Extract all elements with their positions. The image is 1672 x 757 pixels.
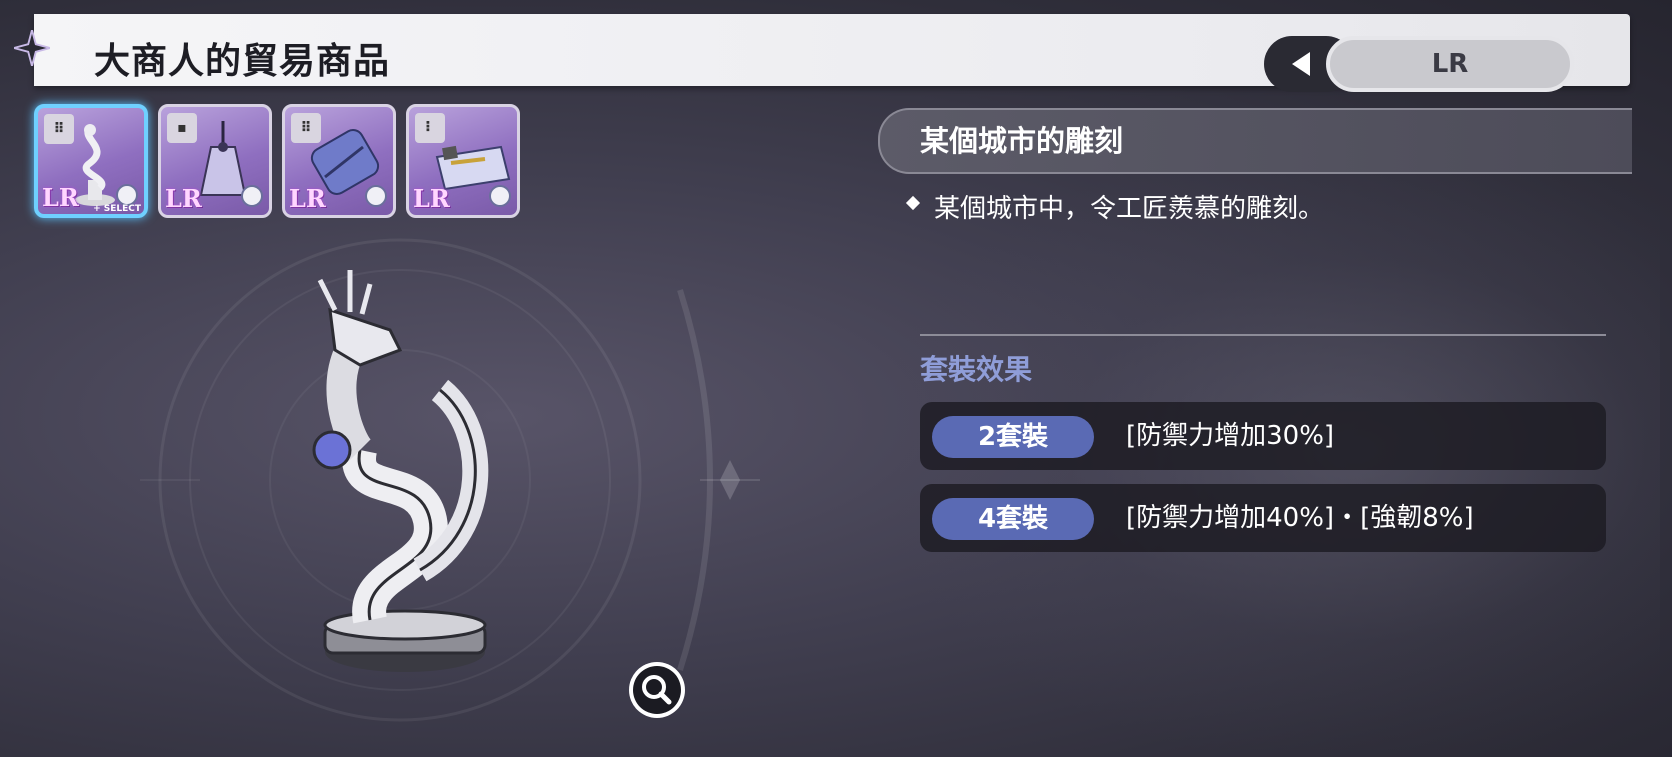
sparkle-star-icon — [14, 30, 50, 66]
diamond-bullet-icon — [905, 195, 921, 211]
triangle-left-icon — [1292, 52, 1310, 76]
rarity-selector[interactable]: LR — [1264, 36, 1574, 92]
select-tag: + SELECT — [93, 204, 141, 214]
class-badge-icon — [489, 185, 511, 207]
item-name: 某個城市的雕刻 — [920, 124, 1124, 158]
rarity-badge: LR — [42, 183, 79, 212]
item-name-bar: 某個城市的雕刻 — [878, 108, 1632, 174]
item-slot-cloth-roll[interactable]: ⠿ LR — [282, 104, 396, 218]
set-effect-title: 套裝效果 — [920, 353, 1033, 386]
item-slot-document[interactable]: ⠇ LR — [406, 104, 520, 218]
dragon-statue-illustration — [312, 270, 489, 672]
set-effect-row: 2套裝 [防禦力增加30%] — [920, 402, 1606, 470]
page-title: 大商人的貿易商品 — [94, 41, 391, 82]
section-divider — [920, 334, 1606, 336]
class-badge-icon — [241, 185, 263, 207]
item-description: 某個城市中，令工匠羨慕的雕刻。 — [934, 194, 1325, 224]
set-effect-text: [防禦力增加30%] — [1126, 421, 1335, 451]
item-slot-incense-bottle[interactable]: ▪ LR — [158, 104, 272, 218]
class-badge-icon — [365, 185, 387, 207]
set-pieces-badge: 4套裝 — [932, 498, 1094, 540]
class-badge-icon — [116, 184, 138, 206]
header-bar: 大商人的貿易商品 LR — [34, 14, 1630, 92]
item-slot-dragon-statue[interactable]: ⠿ LR + SELECT — [34, 104, 148, 218]
set-effect-row: 4套裝 [防禦力增加40%]・[強韌8%] — [920, 484, 1606, 552]
zoom-magnifier-icon[interactable] — [627, 660, 687, 720]
set-effect-text: [防禦力增加40%]・[強韌8%] — [1126, 503, 1474, 533]
rarity-badge: LR — [165, 184, 202, 213]
rarity-badge: LR — [289, 184, 326, 213]
rarity-value[interactable]: LR — [1326, 36, 1574, 92]
rarity-badge: LR — [413, 184, 450, 213]
set-pieces-badge: 2套裝 — [932, 416, 1094, 458]
